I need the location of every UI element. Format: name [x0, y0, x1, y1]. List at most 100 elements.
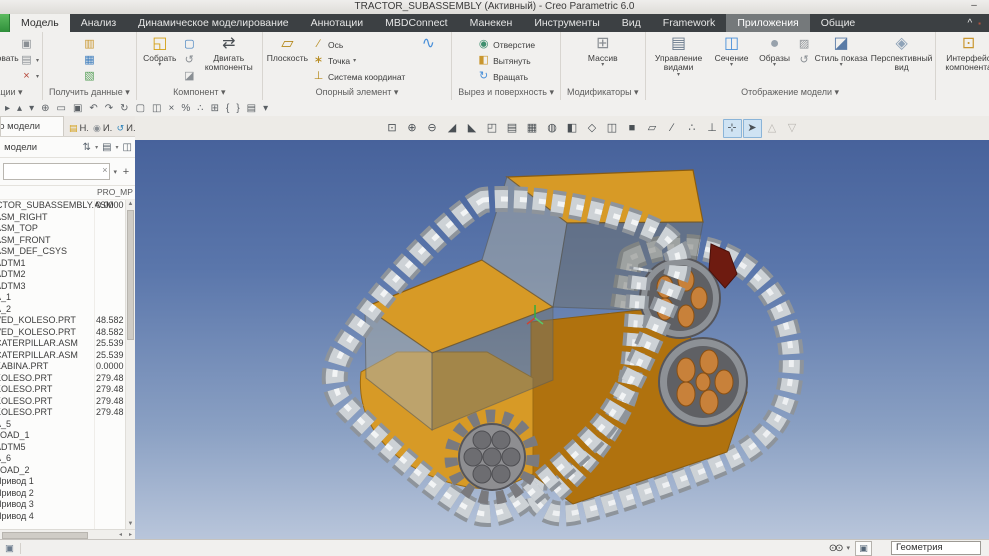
regenerate-button[interactable]: ↻Регенерировать	[0, 34, 19, 63]
perspective-icon[interactable]: ◇	[583, 119, 602, 138]
qat-next-icon[interactable]: ▾	[29, 101, 34, 116]
tree-row[interactable]: ADTM3	[0, 281, 135, 293]
collapse-ribbon-icon[interactable]: ^	[967, 18, 972, 29]
tree-row[interactable]: ASM_RIGHT	[0, 212, 135, 224]
render-style-icon[interactable]: ◧	[563, 119, 582, 138]
find-in-model-icon[interactable]: ▣	[855, 540, 872, 556]
tree-row[interactable]: A_5	[0, 419, 135, 431]
tree-row[interactable]: VED_KOLESO.PRT 48.582	[0, 315, 135, 327]
tree-list-dropdown[interactable]: ▾	[116, 144, 119, 151]
panel-tab-folder-browser[interactable]: ▤Н...	[64, 121, 88, 136]
point-button[interactable]: ∗ Точка ▾	[312, 53, 405, 68]
qat-points-icon[interactable]: ∴	[197, 101, 203, 116]
saved-views-icon[interactable]: ▤	[503, 119, 522, 138]
tree-row[interactable]: TRACTOR_SUBASSEMBLY.ASM0.0000	[0, 200, 135, 212]
copy-geometry-button[interactable]: ▦	[83, 53, 96, 68]
shrinkwrap-button[interactable]: ▧	[83, 69, 96, 84]
pattern-button[interactable]: ⊞ Массив ▾	[583, 34, 623, 68]
datum-planes-icon[interactable]: ▱	[643, 119, 662, 138]
ribbon-group-label[interactable]: Модификаторы ▾	[564, 87, 642, 100]
tree-row[interactable]: ADTM2	[0, 269, 135, 281]
tree-filter-dropdown[interactable]: ▾	[95, 144, 98, 151]
tab-analysis[interactable]: Анализ	[70, 14, 127, 32]
coordinate-system-button[interactable]: ⊥ Система координат	[312, 69, 406, 84]
scene-button[interactable]: ▨	[798, 37, 811, 52]
search-dropdown-icon[interactable]: ▾	[113, 168, 117, 176]
revolve-button[interactable]: ↻ Вращать	[477, 69, 535, 84]
tab-manikin[interactable]: Манекен	[459, 14, 524, 32]
appearances-button[interactable]: ● Образы ▾	[755, 34, 795, 68]
scroll-up-icon[interactable]: ▲	[126, 200, 135, 209]
ribbon-group-label[interactable]: Операции ▾	[0, 87, 39, 100]
datum-points-icon[interactable]: ∴	[683, 119, 702, 138]
tree-row[interactable]: A_1	[0, 292, 135, 304]
qat-brace-close-icon[interactable]: }	[236, 101, 239, 116]
pin-ribbon-icon[interactable]: ▪	[978, 19, 981, 28]
create-component-button[interactable]: ▢	[183, 37, 196, 52]
qat-open-icon[interactable]: ▭	[56, 101, 65, 116]
hole-button[interactable]: ◉ Отверстие	[477, 37, 535, 52]
drag-components-button[interactable]: ⇄ Двигать компоненты	[199, 34, 259, 73]
panel-tab-favorites[interactable]: ◉И...	[88, 121, 112, 136]
solid-box-icon[interactable]: ■	[623, 119, 642, 138]
package-button[interactable]: ↺	[183, 53, 196, 68]
tab-mbdconnect[interactable]: MBDConnect	[374, 14, 458, 32]
tree-row[interactable]: A_2	[0, 304, 135, 316]
tree-settings-icon[interactable]: ◫	[123, 142, 132, 153]
sketch-button[interactable]: ∿	[408, 34, 448, 54]
tree-row[interactable]: CATERPILLAR.ASM 25.539	[0, 338, 135, 350]
section-icon[interactable]: ◫	[603, 119, 622, 138]
qat-screen-icon[interactable]: ▤	[247, 101, 256, 116]
file-menu-button[interactable]	[0, 14, 10, 32]
qat-percent-icon[interactable]: %	[181, 101, 190, 116]
qat-close-icon[interactable]: ×	[168, 101, 174, 116]
hscrollbar-thumb[interactable]	[2, 532, 88, 539]
display-style-button[interactable]: ◪ Стиль показа ▾	[814, 34, 869, 68]
shade-icon[interactable]: ◣	[463, 119, 482, 138]
search-binoculars-icon[interactable]: ⊙⊙	[829, 543, 844, 554]
tab-applications[interactable]: Приложения	[726, 14, 810, 32]
tree-row[interactable]: Привод 3	[0, 499, 135, 511]
ribbon-group-label[interactable]: Получить данные ▾	[46, 87, 133, 100]
tree-row[interactable]: CATERPILLAR.ASM 25.539	[0, 350, 135, 362]
add-filter-icon[interactable]: +	[120, 166, 132, 178]
ribbon-group-label[interactable]: Опорный элемент ▾	[266, 87, 449, 100]
qat-window-icon[interactable]: ▢	[136, 101, 145, 116]
scroll-down-icon[interactable]: ▼	[126, 520, 135, 529]
tree-vertical-scrollbar[interactable]: ▲ ▼	[125, 200, 135, 529]
qat-redo-icon[interactable]: ↷	[105, 101, 113, 116]
tree-row[interactable]: KOLESO.PRT 279.48	[0, 373, 135, 385]
delete-button[interactable]: × ▾	[20, 69, 39, 84]
qat-save-icon[interactable]: ▣	[73, 101, 82, 116]
paste-button[interactable]: ▤ ▾	[20, 53, 39, 68]
udf-button[interactable]: ▥	[83, 37, 96, 52]
tree-row[interactable]: KOLESO.PRT 279.48	[0, 407, 135, 419]
display-style-icon[interactable]: ◰	[483, 119, 502, 138]
tree-row[interactable]: LOAD_1	[0, 430, 135, 442]
tree-row[interactable]: Привод 1	[0, 476, 135, 488]
tree-row[interactable]: Привод 4	[0, 511, 135, 523]
tree-row[interactable]: KOLESO.PRT 279.48	[0, 384, 135, 396]
panel-tab-history[interactable]: ↺И...	[112, 121, 135, 136]
tree-list-icon[interactable]: ▤	[102, 142, 111, 153]
tree-row[interactable]: LOAD_2	[0, 465, 135, 477]
tab-model[interactable]: Модель	[10, 14, 70, 32]
perspective-view-button[interactable]: ◈ Перспективный вид	[871, 34, 933, 73]
qat-section-icon[interactable]: ◫	[152, 101, 161, 116]
graphics-area[interactable]	[135, 140, 989, 540]
qat-undo-icon[interactable]: ↶	[89, 101, 97, 116]
zoom-fit-icon[interactable]: ⊡	[383, 119, 402, 138]
tree-row[interactable]: ADTM1	[0, 258, 135, 270]
ribbon-group-label[interactable]: Отображение модели ▾	[649, 87, 932, 100]
tree-search-input[interactable]: ×	[3, 163, 111, 180]
section-button[interactable]: ◫ Сечение ▾	[712, 34, 752, 68]
spin-center-toggle-icon[interactable]: ➤	[742, 118, 762, 138]
tree-row[interactable]: ASM_DEF_CSYS	[0, 246, 135, 258]
zoom-out-icon[interactable]: ⊖	[423, 119, 442, 138]
plane-button[interactable]: ▱ Плоскость	[266, 34, 309, 63]
repaint-icon[interactable]: ◢	[443, 119, 462, 138]
qat-more-dropdown-icon[interactable]: ▾	[263, 101, 268, 116]
component-interface-button[interactable]: ⊡ Интерфейс компонента	[939, 34, 989, 73]
annotations-toggle-icon[interactable]: ⊹	[722, 118, 742, 138]
minimize-button[interactable]: –	[967, 0, 981, 13]
